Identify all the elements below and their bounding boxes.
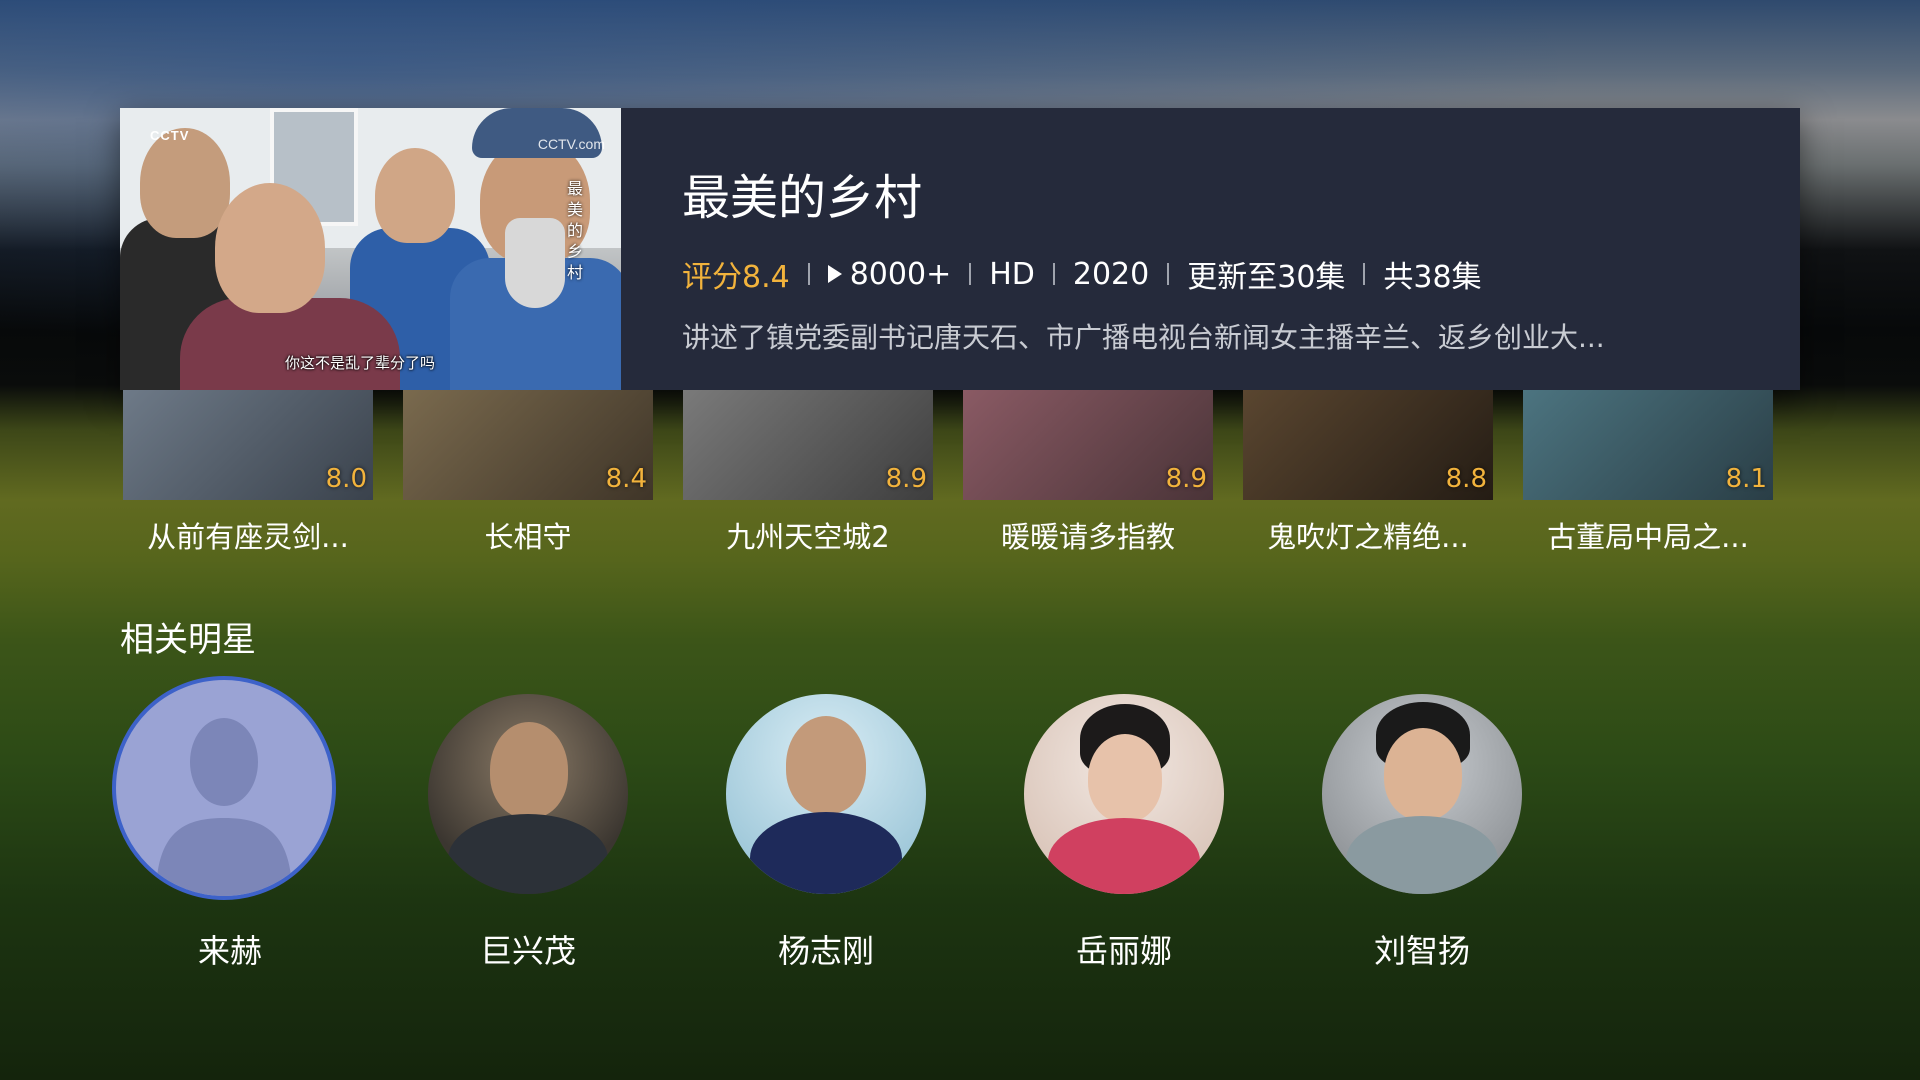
show-score: 8.4 [605, 464, 647, 494]
show-name: 鬼吹灯之精绝... [1267, 520, 1469, 554]
avatar-placeholder [112, 676, 336, 900]
star-name: 刘智扬 [1373, 932, 1470, 970]
meta-divider [807, 263, 810, 285]
avatar [1322, 694, 1522, 894]
star-name: 杨志刚 [777, 932, 874, 970]
show-name: 长相守 [484, 520, 572, 554]
show-score: 8.8 [1445, 464, 1487, 494]
poster-vertical-title: 最美的乡村 [567, 179, 584, 282]
related-stars-heading: 相关明星 [120, 620, 256, 660]
related-stars-row: 来赫 巨兴茂 杨志刚 岳丽娜 刘智扬 [110, 676, 1610, 976]
featured-poster: CCTV CCTV.com 最美的乡村 你这不是乱了辈分了吗 [120, 108, 621, 390]
show-thumbnail: 8.9 [683, 390, 933, 500]
show-card[interactable]: 8.0 从前有座灵剑... [123, 390, 373, 570]
show-thumbnail: 8.9 [963, 390, 1213, 500]
show-name: 暖暖请多指教 [1000, 520, 1175, 554]
avatar [726, 694, 926, 894]
rating-text: 评分8.4 [682, 260, 790, 295]
update-status: 更新至30集 [1187, 260, 1346, 295]
show-score: 8.1 [1725, 464, 1767, 494]
meta-divider [1363, 263, 1366, 285]
show-thumbnail: 8.1 [1523, 390, 1773, 500]
show-thumbnail: 8.0 [123, 390, 373, 500]
show-score: 8.9 [885, 464, 927, 494]
show-thumbnail: 8.8 [1243, 390, 1493, 500]
channel-logo: CCTV [150, 128, 190, 143]
show-card[interactable]: 8.9 九州天空城2 [683, 390, 933, 570]
show-title: 最美的乡村 [682, 170, 923, 226]
star-item[interactable]: 岳丽娜 [1004, 676, 1244, 970]
featured-info-card[interactable]: CCTV CCTV.com 最美的乡村 你这不是乱了辈分了吗 最美的乡村 评分8… [120, 108, 1800, 390]
play-count: 8000+ [849, 256, 952, 292]
related-shows-row: 8.0 从前有座灵剑... 8.4 长相守 8.9 九州天空城2 8.9 暖暖请… [123, 390, 1783, 570]
show-score: 8.9 [1165, 464, 1207, 494]
show-card[interactable]: 8.9 暖暖请多指教 [963, 390, 1213, 570]
show-score: 8.0 [325, 464, 367, 494]
website-watermark: CCTV.com [537, 136, 605, 152]
person-silhouette-icon [156, 718, 292, 896]
total-episodes: 共38集 [1383, 260, 1482, 295]
avatar [428, 694, 628, 894]
quality-badge: HD [989, 256, 1035, 292]
show-name: 从前有座灵剑... [147, 520, 349, 554]
star-item[interactable]: 来赫 [110, 676, 350, 970]
show-card[interactable]: 8.1 古董局中局之... [1523, 390, 1773, 570]
show-card[interactable]: 8.8 鬼吹灯之精绝... [1243, 390, 1493, 570]
show-name: 九州天空城2 [726, 520, 890, 554]
show-card[interactable]: 8.4 长相守 [403, 390, 653, 570]
star-item[interactable]: 刘智扬 [1302, 676, 1542, 970]
show-meta-row: 评分8.4 8000+ HD 2020 更新至30集 共38集 [682, 254, 1482, 296]
release-year: 2020 [1072, 256, 1150, 292]
star-name: 巨兴茂 [479, 932, 576, 970]
star-name: 岳丽娜 [1075, 932, 1172, 970]
star-item[interactable]: 杨志刚 [706, 676, 946, 970]
show-thumbnail: 8.4 [403, 390, 653, 500]
star-item[interactable]: 巨兴茂 [408, 676, 648, 970]
meta-divider [969, 263, 972, 285]
show-name: 古董局中局之... [1547, 520, 1749, 554]
avatar [1024, 694, 1224, 894]
meta-divider [1167, 263, 1170, 285]
meta-divider [1052, 263, 1055, 285]
play-count-icon [827, 265, 842, 283]
poster-subtitle: 你这不是乱了辈分了吗 [285, 354, 436, 372]
star-name: 来赫 [197, 932, 262, 970]
show-description: 讲述了镇党委副书记唐天石、市广播电视台新闻女主播辛兰、返乡创业大... [682, 321, 1605, 354]
